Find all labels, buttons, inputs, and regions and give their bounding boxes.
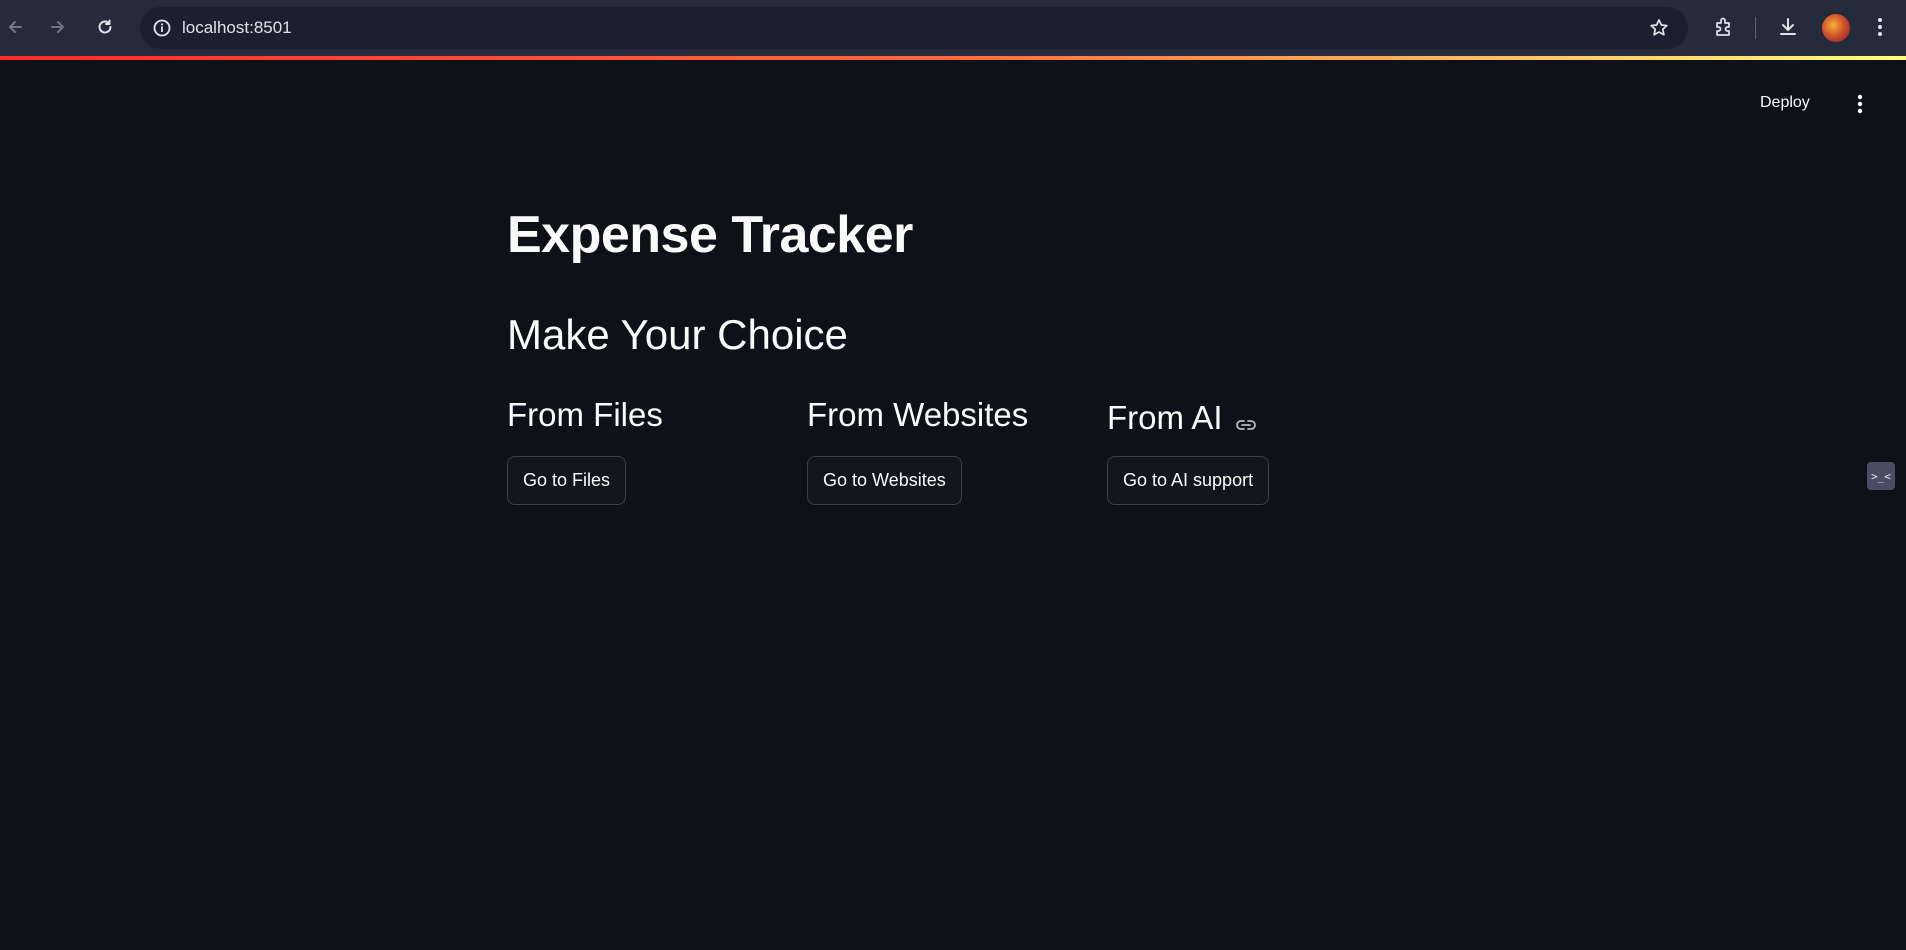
go-to-ai-support-button[interactable]: Go to AI support	[1107, 456, 1270, 505]
back-arrow-icon[interactable]	[1, 13, 29, 41]
kebab-menu-icon[interactable]	[1870, 15, 1890, 44]
go-to-files-button[interactable]: Go to Files	[507, 456, 627, 505]
page-subtitle: Make Your Choice	[507, 311, 848, 358]
heading-from-websites: From Websites	[807, 396, 1029, 433]
bookmark-star-icon[interactable]	[1648, 17, 1670, 39]
go-to-websites-button[interactable]: Go to Websites	[807, 456, 962, 505]
column-files: From Files Go to Files	[507, 393, 663, 505]
reload-icon[interactable]	[91, 13, 119, 41]
column-websites: From Websites Go to Websites	[807, 393, 1029, 505]
extensions-icon[interactable]	[1712, 15, 1736, 44]
toolbar-divider	[1755, 17, 1756, 39]
download-icon[interactable]	[1776, 15, 1800, 44]
app-menu-icon[interactable]	[1848, 93, 1872, 115]
browser-toolbar: localhost:8501	[0, 0, 1906, 56]
page-title: Expense Tracker	[507, 206, 913, 264]
address-bar[interactable]: localhost:8501	[140, 7, 1688, 49]
heading-from-ai-row: From AI	[1107, 393, 1257, 443]
side-widget-icon[interactable]: >_<	[1867, 462, 1895, 490]
deploy-button[interactable]: Deploy	[1756, 90, 1814, 116]
top-decoration-bar	[0, 56, 1906, 60]
column-ai: From AI Go to AI support	[1107, 393, 1270, 505]
link-icon[interactable]	[1235, 399, 1257, 443]
heading-from-ai: From AI	[1107, 399, 1223, 436]
heading-from-files: From Files	[507, 396, 663, 433]
profile-avatar[interactable]	[1822, 14, 1850, 42]
forward-arrow-icon[interactable]	[44, 13, 72, 41]
url-text[interactable]: localhost:8501	[182, 18, 292, 38]
site-info-icon[interactable]	[152, 18, 172, 38]
